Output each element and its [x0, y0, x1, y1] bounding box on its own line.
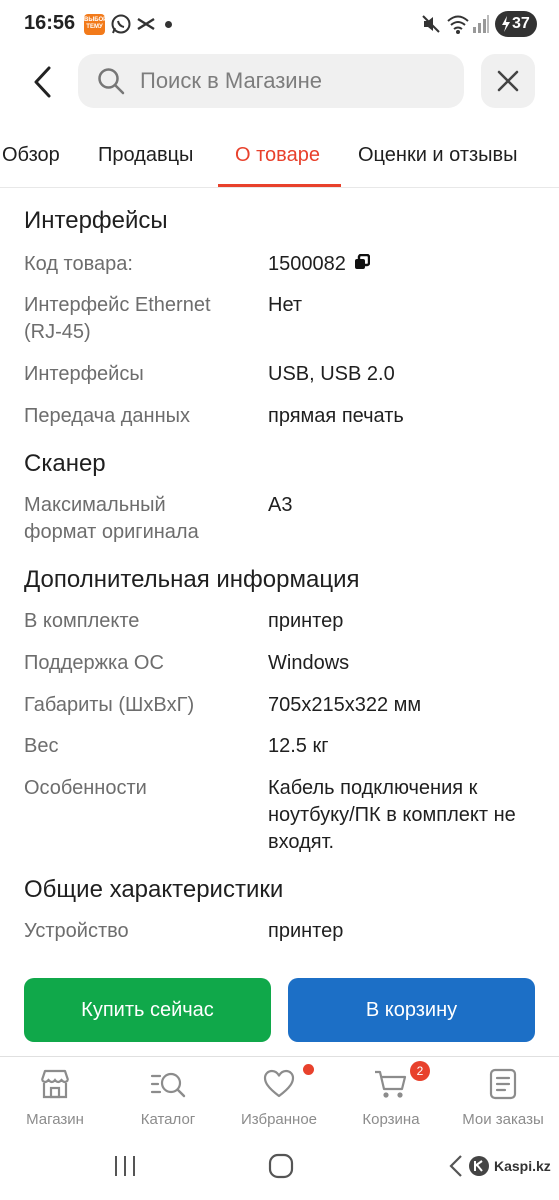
spec-label: Вес — [24, 735, 59, 757]
mute-icon — [420, 13, 442, 40]
nav-item-favorites[interactable]: Избранное — [224, 1067, 334, 1128]
battery-indicator: 37 — [495, 11, 537, 37]
capcut-icon — [135, 13, 157, 40]
nav-label: Корзина — [362, 1111, 420, 1128]
spec-value: Windows — [268, 652, 350, 674]
section-title-general: Общие характеристики — [24, 876, 284, 903]
home-icon[interactable] — [268, 1153, 294, 1179]
tab-overview[interactable]: Обзор — [2, 144, 60, 167]
clear-search-button[interactable] — [481, 54, 535, 108]
spec-label: Код товара: — [24, 253, 133, 275]
add-to-cart-button[interactable]: В корзину — [288, 978, 535, 1042]
tab-sellers[interactable]: Продавцы — [98, 144, 193, 167]
heart-icon — [224, 1067, 334, 1101]
product-code-value: 1500082 — [268, 251, 528, 278]
whatsapp-icon — [110, 13, 132, 40]
more-notifications-dot — [165, 21, 172, 28]
nav-label: Избранное — [240, 1111, 318, 1128]
back-chevron-icon[interactable] — [448, 1154, 464, 1178]
kaspi-watermark: Kaspi.kz — [448, 1154, 551, 1178]
back-button[interactable] — [22, 60, 62, 104]
product-tabs: Обзор Продавцы О товаре Оценки и отзывы — [0, 130, 559, 188]
kaspi-logo-icon — [469, 1156, 489, 1176]
store-icon — [0, 1067, 110, 1101]
nav-item-catalog[interactable]: Каталог — [113, 1067, 223, 1128]
orders-icon — [448, 1067, 558, 1101]
buy-now-button[interactable]: Купить сейчас — [24, 978, 271, 1042]
spec-value: Нет — [268, 294, 303, 316]
signal-icon — [472, 13, 490, 40]
spec-value: 12.5 кг — [268, 735, 329, 757]
system-navigation-bar: Kaspi.kz — [0, 1134, 559, 1200]
temu-notification-icon: ВЫБОР ТЕМУ — [84, 14, 107, 35]
close-icon — [497, 70, 519, 92]
tab-about-product[interactable]: О товаре — [235, 144, 320, 167]
status-time: 16:56 — [24, 12, 76, 34]
section-title-scanner: Сканер — [24, 450, 106, 477]
section-title-interfaces: Интерфейсы — [24, 207, 168, 234]
nav-item-cart[interactable]: Корзина — [336, 1067, 446, 1128]
search-icon — [96, 66, 126, 96]
spec-label: Устройство — [24, 920, 129, 942]
spec-value: A3 — [268, 494, 293, 516]
favorites-notification-dot — [303, 1064, 314, 1075]
watermark-text: Kaspi.kz — [494, 1158, 551, 1174]
arrow-left-icon — [34, 66, 51, 98]
battery-level: 37 — [512, 15, 530, 32]
spec-label: Особенности — [24, 777, 147, 799]
spec-value: принтер — [268, 610, 344, 632]
spec-value: USB, USB 2.0 — [268, 363, 395, 385]
action-bar: Купить сейчас В корзину — [0, 962, 559, 1056]
nav-label: Каталог — [140, 1111, 196, 1128]
recent-apps-icon[interactable] — [113, 1154, 137, 1178]
spec-label: Передача данных — [24, 405, 191, 427]
wifi-icon — [446, 13, 470, 40]
search-bar[interactable] — [78, 54, 464, 108]
spec-value: принтер — [268, 920, 344, 942]
spec-label: Габариты (ШxВxГ) — [24, 694, 195, 716]
spec-label: Поддержка ОС — [24, 652, 164, 674]
nav-label: Магазин — [26, 1111, 84, 1128]
spec-label: Максимальный формат оригинала — [24, 494, 199, 543]
spec-label: Интерфейсы — [24, 363, 144, 385]
spec-value: 1500082 — [268, 253, 346, 275]
bottom-navigation: Магазин Каталог Избранное Корзина 2 Мои … — [0, 1056, 559, 1134]
spec-label: В комплекте — [24, 610, 140, 632]
search-input[interactable] — [140, 68, 430, 94]
cart-count-badge: 2 — [410, 1061, 430, 1081]
nav-item-store[interactable]: Магазин — [0, 1067, 110, 1128]
status-bar: 16:56 ВЫБОР ТЕМУ 37 — [0, 0, 559, 50]
spec-value: 705x215x322 мм — [268, 694, 422, 716]
nav-label: Мои заказы — [462, 1111, 544, 1128]
spec-value: прямая печать — [268, 405, 404, 427]
copy-icon[interactable] — [354, 251, 371, 278]
nav-item-orders[interactable]: Мои заказы — [448, 1067, 558, 1128]
tab-reviews[interactable]: Оценки и отзывы — [358, 144, 518, 167]
active-tab-indicator — [218, 184, 341, 187]
spec-value: Кабель подключения к ноутбуку/ПК в компл… — [268, 777, 516, 853]
catalog-search-icon — [113, 1067, 223, 1101]
section-title-additional-info: Дополнительная информация — [24, 566, 360, 593]
spec-label: Интерфейс Ethernet (RJ-45) — [24, 294, 211, 343]
